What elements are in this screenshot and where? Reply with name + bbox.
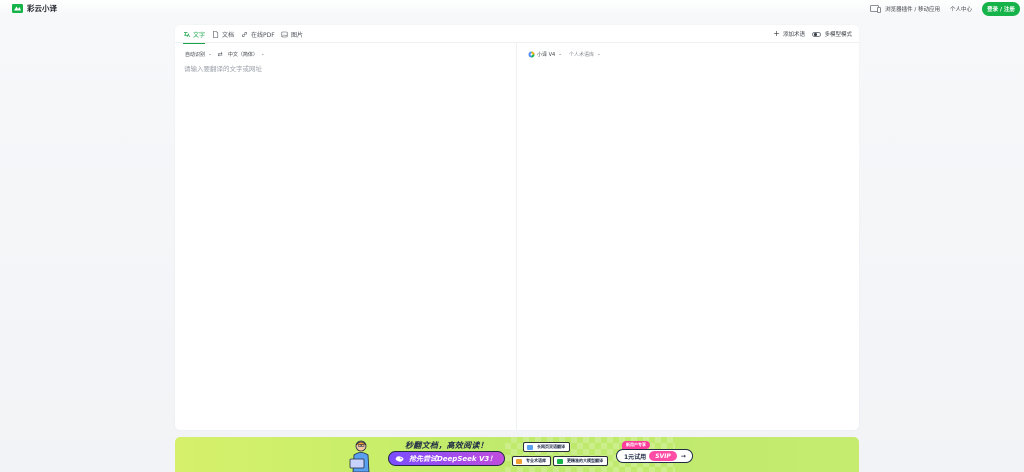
- pane-divider: [516, 43, 517, 430]
- multi-model-toggle[interactable]: 多模型模式: [812, 25, 852, 43]
- engine-select[interactable]: 小译 V4 ⌄: [528, 51, 562, 58]
- ai-model-icon: [557, 459, 563, 464]
- term-library-select[interactable]: 个人术语库 ⌄: [569, 51, 601, 58]
- extension-link-label: 浏览器插件 / 移动应用: [885, 7, 940, 13]
- caiyun-logo-icon: [12, 4, 23, 13]
- target-language-select[interactable]: 中文（简体） ⌄: [228, 51, 265, 58]
- image-icon: [281, 31, 288, 37]
- source-language-bar: 自动识别 ⌄ ⇄ 中文（简体） ⌄: [185, 50, 265, 58]
- source-text-input[interactable]: [184, 63, 508, 425]
- arrow-right-icon: →: [680, 452, 686, 460]
- header-actions: 浏览器插件 / 移动应用 个人中心 登录 / 注册: [870, 2, 1020, 16]
- chevron-down-icon: ⌄: [558, 51, 562, 57]
- chevron-down-icon: ⌄: [260, 51, 265, 57]
- svip-label: SVIP: [649, 451, 677, 461]
- svip-trial-button[interactable]: 1元试用 SVIP →: [616, 449, 693, 463]
- login-register-button[interactable]: 登录 / 注册: [982, 2, 1020, 16]
- top-bar: 彩云小译 浏览器插件 / 移动应用 个人中心 登录 / 注册: [0, 0, 1024, 18]
- document-icon: [213, 30, 219, 38]
- feature-tag-webpage: 长网页双语翻译: [523, 442, 570, 452]
- feature-tag-llm: 更精准的大模型翻译: [553, 456, 608, 466]
- brand-name: 彩云小译: [27, 4, 57, 13]
- mode-tabs: 文字 文档 在线PDF 图片 + 添加术语 多模型模式: [175, 25, 859, 44]
- tab-image[interactable]: 图片: [281, 25, 303, 43]
- tab-online-pdf[interactable]: 在线PDF: [241, 25, 275, 43]
- text-translate-icon: [183, 31, 190, 37]
- plus-icon: +: [773, 29, 780, 38]
- extension-link[interactable]: 浏览器插件 / 移动应用: [870, 5, 940, 13]
- deepseek-highlight: 抢先尝试DeepSeek V3！: [388, 451, 506, 466]
- engine-logo-icon: [528, 51, 535, 57]
- translator-card: 文字 文档 在线PDF 图片 + 添加术语 多模型模式 自动识别 ⌄ ⇄ 中文（…: [175, 25, 859, 430]
- feature-tag-term-library: 专业术语库: [512, 456, 551, 466]
- tab-text[interactable]: 文字: [183, 25, 206, 44]
- book-icon: [516, 459, 522, 464]
- promo-banner[interactable]: 秒翻文档，高效阅读！ 抢先尝试DeepSeek V3！ 长网页双语翻译 专业术语…: [175, 437, 859, 472]
- source-language-select[interactable]: 自动识别 ⌄: [185, 51, 212, 58]
- account-center-link[interactable]: 个人中心: [950, 5, 972, 13]
- tab-document[interactable]: 文档: [212, 25, 234, 43]
- toggle-switch-icon: [812, 31, 822, 37]
- promo-title: 秒翻文档，高效阅读！: [405, 441, 488, 450]
- webpage-icon: [527, 445, 533, 450]
- chevron-down-icon: ⌄: [597, 51, 601, 57]
- target-engine-bar: 小译 V4 ⌄ 个人术语库 ⌄: [528, 50, 601, 58]
- device-icon: [870, 5, 882, 13]
- link-icon: [242, 31, 247, 37]
- add-term-button[interactable]: + 添加术语: [773, 25, 805, 43]
- brand-logo[interactable]: 彩云小译: [12, 3, 57, 14]
- chevron-down-icon: ⌄: [208, 51, 212, 57]
- deepseek-logo-icon: [395, 456, 404, 462]
- swap-languages-icon[interactable]: ⇄: [218, 51, 223, 58]
- mascot-illustration-icon: [349, 440, 370, 472]
- new-user-badge: 新用户专享: [622, 441, 650, 449]
